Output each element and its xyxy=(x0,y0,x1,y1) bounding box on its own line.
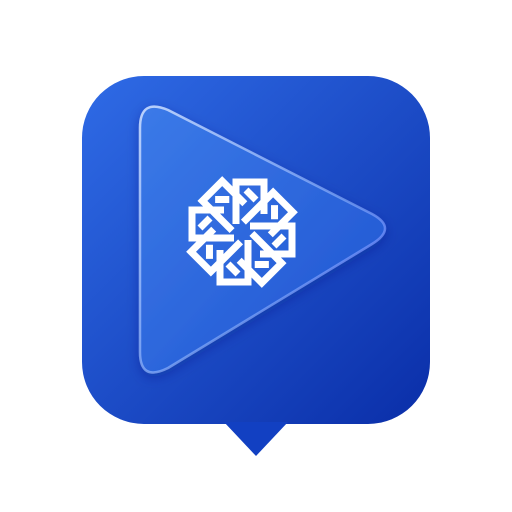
video-play-bubble-icon xyxy=(82,76,430,456)
app-icon-canvas xyxy=(0,0,512,512)
